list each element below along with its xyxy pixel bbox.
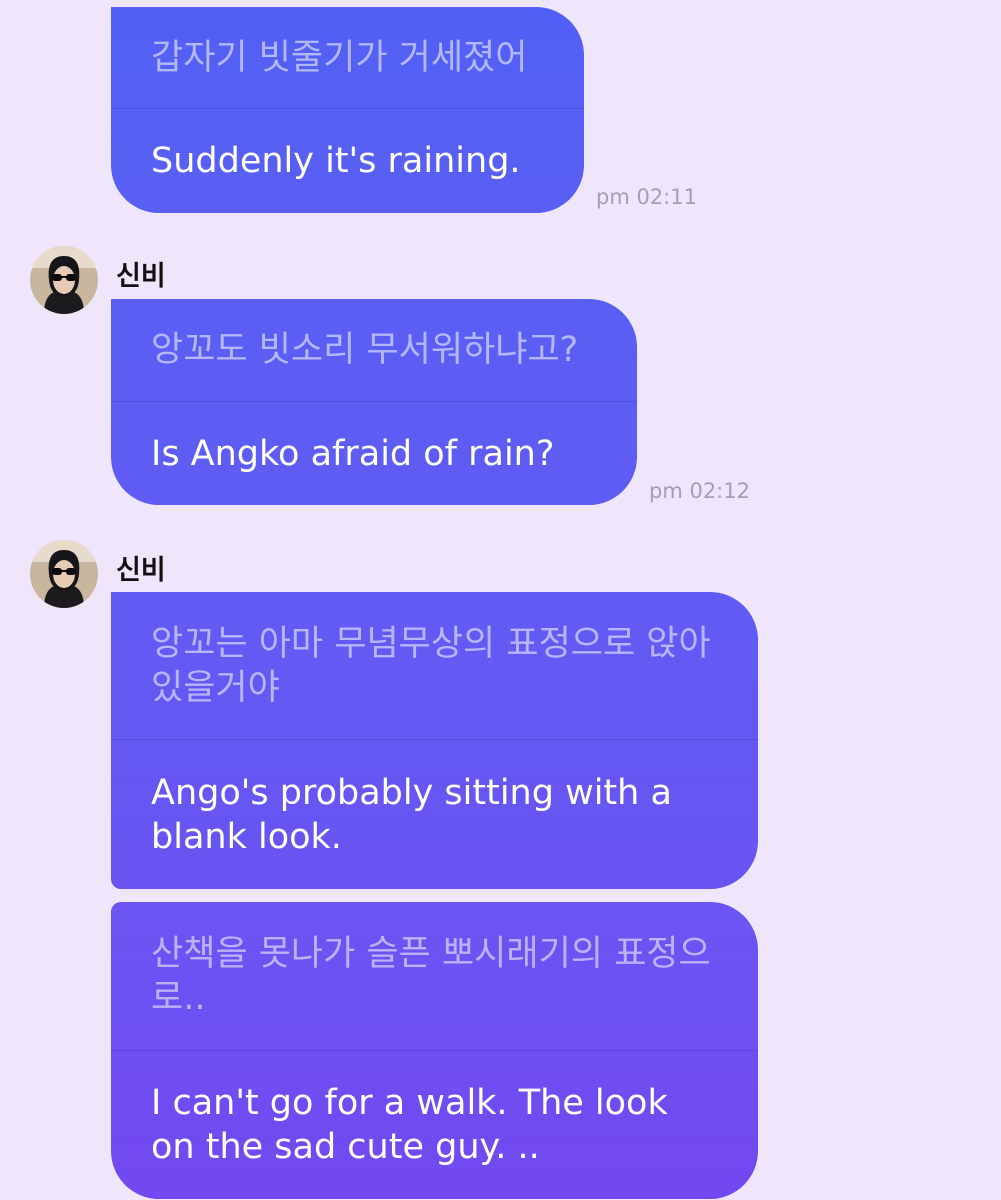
message-korean-text: 갑자기 빗줄기가 거세졌어 <box>111 7 584 109</box>
message-bubble[interactable]: 산책을 못나가 슬픈 뽀시래기의 표정으로.. I can't go for a… <box>111 902 758 1199</box>
sender-name: 신비 <box>116 261 166 292</box>
message-english-text: Suddenly it's raining. <box>151 141 521 181</box>
message-korean-text: 앙꼬는 아마 무념무상의 표정으로 앉아있을거야 <box>111 592 758 740</box>
message-korean-text: 산책을 못나가 슬픈 뽀시래기의 표정으로.. <box>111 902 758 1051</box>
message-bubble[interactable]: 앙꼬는 아마 무념무상의 표정으로 앉아있을거야 Ango's probably… <box>111 592 758 889</box>
message-english-text: Ango's probably sitting with a blank loo… <box>151 772 672 857</box>
message-timestamp: pm 02:12 <box>649 479 750 503</box>
message-bubble[interactable]: 갑자기 빗줄기가 거세졌어 Suddenly it's raining. <box>111 7 584 213</box>
message-english-text: Is Angko afraid of rain? <box>151 433 555 474</box>
message-bubble[interactable]: 앙꼬도 빗소리 무서워하냐고? Is Angko afraid of rain? <box>111 299 637 505</box>
sender-name: 신비 <box>116 555 166 586</box>
avatar[interactable] <box>30 246 98 314</box>
avatar[interactable] <box>30 540 98 608</box>
chat-window: 갑자기 빗줄기가 거세졌어 Suddenly it's raining. pm … <box>0 0 1001 1200</box>
message-timestamp: pm 02:11 <box>596 185 697 209</box>
profile-photo-sunglasses-icon <box>30 246 98 314</box>
message-english-text: I can't go for a walk. The look on the s… <box>151 1083 668 1167</box>
message-korean-text: 앙꼬도 빗소리 무서워하냐고? <box>111 299 637 402</box>
profile-photo-sunglasses-icon <box>30 540 98 608</box>
